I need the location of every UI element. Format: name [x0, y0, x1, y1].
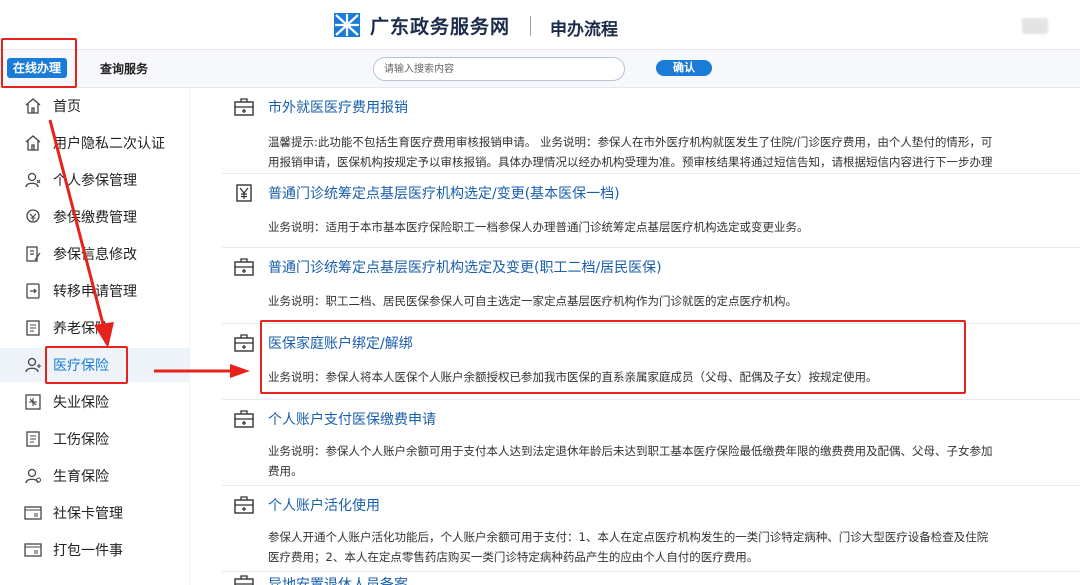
header-divider — [530, 16, 531, 36]
sidebar-item-home[interactable]: 首页 — [0, 89, 190, 123]
search-button[interactable]: 确认 — [656, 60, 712, 76]
tab-online-service[interactable]: 在线办理 — [7, 58, 67, 78]
sidebar-item-social-card[interactable]: 社保卡管理 — [0, 496, 190, 530]
sidebar-item-label: 用户隐私二次认证 — [53, 136, 165, 152]
sidebar-item-pension[interactable]: 养老保险 — [0, 311, 190, 345]
sidebar-item-label: 参保信息修改 — [53, 247, 137, 263]
yuan-icon — [236, 184, 252, 202]
medical-kit-icon — [234, 496, 254, 514]
sidebar-item-work-injury[interactable]: 工伤保险 — [0, 422, 190, 456]
service-title[interactable]: 医保家庭账户绑定/解绑 — [268, 333, 413, 353]
service-title[interactable]: 市外就医医疗费用报销 — [268, 97, 408, 117]
sidebar: 首页 用户隐私二次认证 个人参保管理 参保缴费管理 参保信息修改 转移申请管理 … — [0, 88, 190, 585]
card-icon — [24, 543, 42, 557]
service-desc: 医疗费用；2、本人在定点零售药店购买一类门诊特定病种药品产生的应由个人自付的医疗… — [268, 550, 759, 564]
sidebar-item-info-edit[interactable]: 参保信息修改 — [0, 237, 190, 271]
medical-kit-icon — [234, 410, 254, 428]
process-title: 申办流程 — [550, 20, 618, 40]
payment-icon — [26, 209, 40, 223]
service-title[interactable]: 异地安置退休人员备案 — [268, 574, 408, 585]
sidebar-item-label: 参保缴费管理 — [53, 210, 137, 226]
sidebar-item-transfer[interactable]: 转移申请管理 — [0, 274, 190, 308]
service-item[interactable]: 普通门诊统筹定点基层医疗机构选定/变更(基本医保一档) 业务说明：适用于本市基本… — [222, 174, 1080, 248]
service-title[interactable]: 普通门诊统筹定点基层医疗机构选定/变更(基本医保一档) — [268, 183, 620, 203]
sidebar-item-label: 首页 — [53, 99, 81, 115]
person-icon — [25, 172, 41, 188]
user-avatar[interactable] — [1022, 18, 1048, 34]
document-icon — [26, 431, 40, 447]
service-item[interactable]: 市外就医医疗费用报销 温馨提示:此功能不包括生育医疗费用审核报销申请。 业务说明… — [222, 88, 1080, 174]
service-title[interactable]: 普通门诊统筹定点基层医疗机构选定及变更(职工二档/居民医保) — [268, 257, 662, 277]
tab-query-service[interactable]: 查询服务 — [100, 60, 148, 77]
service-desc: 费用。 — [268, 464, 303, 478]
service-item[interactable]: 个人账户活化使用 参保人开通个人账户活化功能后，个人账户余额可用于支付：1、本人… — [222, 486, 1080, 572]
sidebar-item-payment[interactable]: 参保缴费管理 — [0, 200, 190, 234]
sidebar-item-medical-insurance[interactable]: 医疗保险 — [0, 348, 190, 382]
service-title[interactable]: 个人账户支付医保缴费申请 — [268, 409, 436, 429]
service-desc: 业务说明：参保人个人账户余额可用于支付本人达到法定退休年龄后未达到职工基本医疗保… — [268, 444, 993, 458]
sidebar-item-package-service[interactable]: 打包一件事 — [0, 533, 190, 567]
service-title[interactable]: 个人账户活化使用 — [268, 495, 380, 515]
service-desc: 业务说明：参保人将本人医保个人账户余额授权已参加我市医保的直系亲属家庭成员（父母… — [268, 370, 878, 384]
sidebar-item-label: 转移申请管理 — [53, 284, 137, 300]
sidebar-item-label: 医疗保险 — [53, 358, 109, 374]
service-desc: 业务说明：职工二档、居民医保参保人可自主选定一家定点基层医疗机构作为门诊就医的定… — [268, 294, 797, 308]
medical-kit-icon — [234, 258, 254, 276]
person-icon — [25, 468, 41, 484]
sidebar-item-label: 生育保险 — [53, 469, 109, 485]
service-desc: 业务说明：适用于本市基本医疗保险职工一档参保人办理普通门诊统筹定点基层医疗机构选… — [268, 220, 809, 234]
medical-kit-icon — [234, 98, 254, 116]
header: 广东政务服务网 申办流程 — [0, 0, 1080, 50]
edit-icon — [26, 246, 41, 262]
sidebar-item-personal-insurance[interactable]: 个人参保管理 — [0, 163, 190, 197]
unemployment-icon — [25, 394, 41, 410]
sidebar-item-label: 养老保险 — [53, 321, 109, 337]
logo-icon — [334, 13, 360, 37]
search-input[interactable] — [384, 62, 614, 76]
person-icon — [25, 357, 41, 373]
service-desc: 用报销申请，医保机构按规定予以审核报销。具体办理情况以经办机构受理为准。预审核结… — [268, 155, 993, 169]
service-desc: 参保人开通个人账户活化功能后，个人账户余额可用于支付：1、本人在定点医疗机构发生… — [268, 530, 989, 544]
service-item[interactable]: 个人账户支付医保缴费申请 业务说明：参保人个人账户余额可用于支付本人达到法定退休… — [222, 400, 1080, 486]
search-box — [373, 57, 625, 81]
sidebar-item-unemployment[interactable]: 失业保险 — [0, 385, 190, 419]
home-icon — [25, 98, 41, 114]
service-item[interactable]: 普通门诊统筹定点基层医疗机构选定及变更(职工二档/居民医保) 业务说明：职工二档… — [222, 248, 1080, 324]
sidebar-item-label: 打包一件事 — [53, 543, 123, 559]
service-list: 市外就医医疗费用报销 温馨提示:此功能不包括生育医疗费用审核报销申请。 业务说明… — [222, 88, 1080, 585]
sidebar-item-maternity[interactable]: 生育保险 — [0, 459, 190, 493]
sidebar-item-label: 个人参保管理 — [53, 173, 137, 189]
page: 广东政务服务网 申办流程 在线办理 查询服务 确认 首页 用户隐私二次认证 个人… — [0, 0, 1080, 585]
home-icon — [25, 135, 41, 151]
sidebar-item-label: 失业保险 — [53, 395, 109, 411]
service-item[interactable]: 异地安置退休人员备案 — [222, 572, 1080, 585]
service-desc: 温馨提示:此功能不包括生育医疗费用审核报销申请。 业务说明：参保人在市外医疗机构… — [268, 135, 993, 149]
site-title: 广东政务服务网 — [370, 16, 511, 38]
medical-kit-icon — [234, 334, 254, 352]
transfer-icon — [26, 283, 40, 299]
sidebar-item-label: 工伤保险 — [53, 432, 109, 448]
sidebar-item-privacy-auth[interactable]: 用户隐私二次认证 — [0, 126, 190, 160]
medical-kit-icon — [234, 575, 254, 585]
service-item[interactable]: 医保家庭账户绑定/解绑 业务说明：参保人将本人医保个人账户余额授权已参加我市医保… — [222, 324, 1080, 400]
document-icon — [26, 320, 40, 336]
card-icon — [24, 506, 42, 520]
sidebar-item-label: 社保卡管理 — [53, 506, 123, 522]
